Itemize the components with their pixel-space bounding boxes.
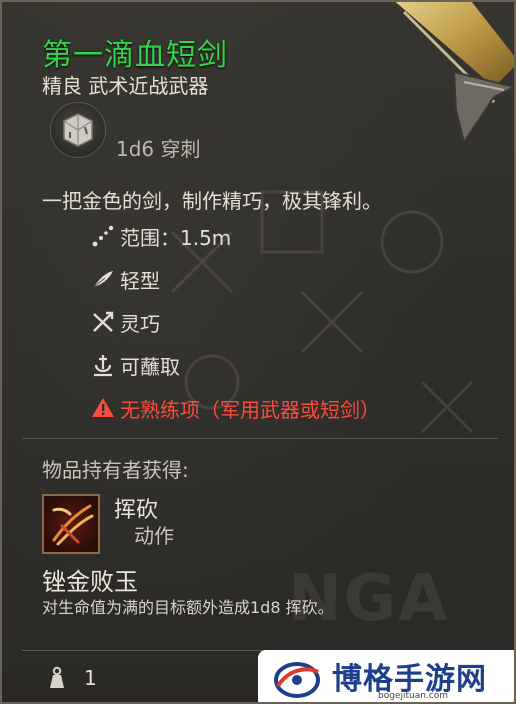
dippable-icon xyxy=(90,352,116,378)
holder-gains-label: 物品持有者获得: xyxy=(42,458,189,482)
skill-description: 对生命值为满的目标额外造成1d8 挥砍。 xyxy=(42,598,334,617)
damage-dice-badge xyxy=(50,102,106,158)
property-no-proficiency: 无熟练项（军用武器或短剑） xyxy=(90,393,380,423)
warning-icon xyxy=(90,395,116,421)
property-label: 无熟练项（军用武器或短剑） xyxy=(120,397,380,422)
item-description: 一把金色的剑，制作精巧，极其锋利。 xyxy=(42,189,382,213)
property-label: 轻型 xyxy=(120,268,160,293)
property-label: 可蘸取 xyxy=(120,354,180,379)
property-dippable: 可蘸取 xyxy=(90,350,180,380)
finesse-icon xyxy=(90,309,116,335)
feather-icon xyxy=(90,266,116,292)
property-finesse: 灵巧 xyxy=(90,307,160,337)
damage-value: 1d6 穿刺 xyxy=(116,137,201,161)
site-url: bogejituan.com xyxy=(378,691,449,701)
site-watermark-badge: 博格手游网 bogejituan.com xyxy=(258,650,514,702)
item-rarity-type: 精良 武术近战武器 xyxy=(42,74,209,98)
property-range: 范围：1.5m xyxy=(90,221,231,251)
range-icon xyxy=(90,223,116,249)
action-type: 动作 xyxy=(134,524,174,548)
dice-icon xyxy=(63,113,93,147)
slash-icon xyxy=(52,504,94,546)
dagger-artwork xyxy=(395,2,514,145)
item-name: 第一滴血短剑 xyxy=(42,38,228,73)
item-tooltip-panel: 第一滴血短剑 精良 武术近战武器 1d6 穿刺 一把金色的剑，制作精巧，极其锋利… xyxy=(0,0,516,704)
skill-name: 锉金败玉 xyxy=(42,568,138,596)
property-label: 灵巧 xyxy=(120,311,160,336)
action-icon-slot[interactable] xyxy=(42,494,100,554)
property-label: 范围：1.5m xyxy=(120,225,232,250)
weight-icon xyxy=(50,666,64,688)
property-light: 轻型 xyxy=(90,264,160,294)
site-logo-icon xyxy=(274,662,320,698)
section-divider xyxy=(22,438,498,439)
item-weight: 1 xyxy=(84,666,97,690)
